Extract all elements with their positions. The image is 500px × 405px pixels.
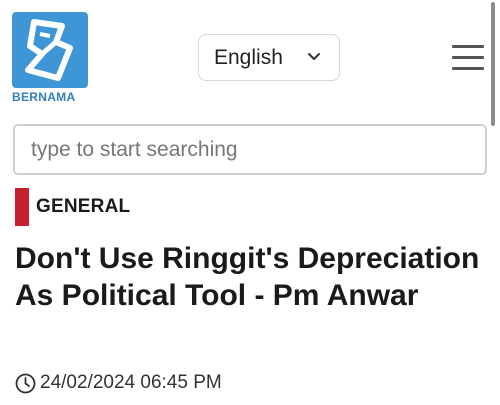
clock-icon [15, 373, 36, 393]
chevron-down-icon [308, 53, 320, 60]
article-title: Don't Use Ringgit's Depreciation As Poli… [15, 242, 480, 312]
logo-wordmark: BERNAMA [12, 90, 76, 104]
logo-mark [12, 12, 88, 88]
scrollbar[interactable] [491, 2, 495, 126]
category-tag[interactable]: GENERAL [15, 188, 130, 226]
language-selected-label: English [214, 45, 283, 69]
datetime-text: 24/02/2024 06:45 PM [40, 372, 222, 393]
language-select[interactable]: English [198, 34, 340, 81]
article-datetime: 24/02/2024 06:45 PM [15, 372, 222, 394]
hamburger-menu-icon[interactable] [452, 45, 484, 71]
site-header: BERNAMA English [0, 0, 500, 126]
bernama-logo[interactable]: BERNAMA [12, 12, 90, 104]
search-input[interactable] [15, 126, 485, 173]
search-box[interactable] [13, 124, 487, 175]
logo-b-icon [25, 19, 73, 81]
category-accent-bar [15, 188, 29, 226]
category-label: GENERAL [36, 196, 131, 217]
